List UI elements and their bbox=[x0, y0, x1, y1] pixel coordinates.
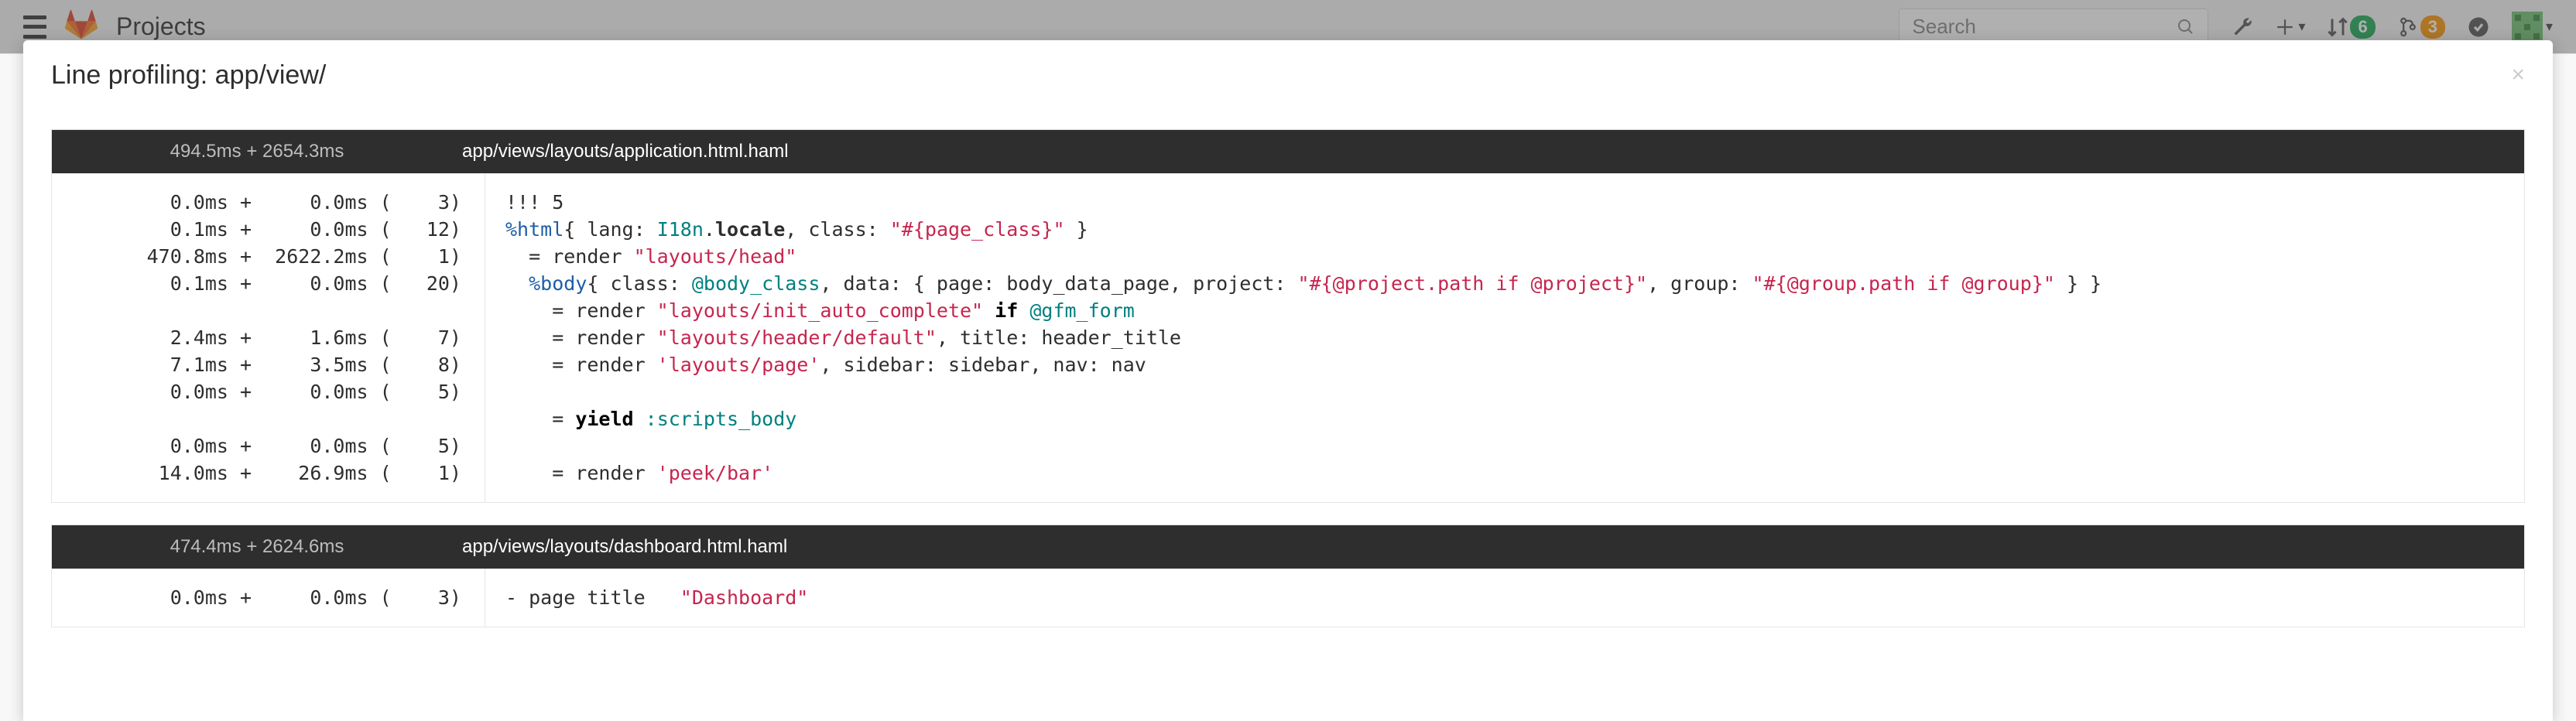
file-path: app/views/layouts/dashboard.html.haml bbox=[462, 536, 787, 558]
code-row: %body{ class: @body_class, data: { page:… bbox=[505, 270, 2524, 297]
close-icon[interactable]: × bbox=[2511, 62, 2525, 88]
file-path: app/views/layouts/application.html.haml bbox=[462, 141, 789, 162]
code-row: = render 'layouts/page', sidebar: sideba… bbox=[505, 351, 2524, 378]
timing-row: 14.0ms + 26.9ms ( 1) bbox=[52, 460, 461, 487]
timing-row: 0.0ms + 0.0ms ( 5) bbox=[52, 432, 461, 460]
wrench-icon[interactable] bbox=[2232, 16, 2253, 38]
timing-row: 2.4ms + 1.6ms ( 7) bbox=[52, 324, 461, 351]
file-block: 474.4ms + 2624.6msapp/views/layouts/dash… bbox=[51, 525, 2525, 627]
menu-icon[interactable] bbox=[23, 15, 46, 39]
file-header: 474.4ms + 2624.6msapp/views/layouts/dash… bbox=[52, 525, 2524, 569]
timing-row: 470.8ms + 2622.2ms ( 1) bbox=[52, 243, 461, 270]
mr-counter[interactable]: 6 bbox=[2327, 15, 2375, 39]
code-row: = render "layouts/head" bbox=[505, 243, 2524, 270]
code-row: = render 'peek/bar' bbox=[505, 460, 2524, 487]
timing-row: 0.0ms + 0.0ms ( 5) bbox=[52, 378, 461, 405]
file-timing-summary: 494.5ms + 2654.3ms bbox=[52, 141, 462, 162]
timing-column: 0.0ms + 0.0ms ( 3)0.1ms + 0.0ms ( 12)470… bbox=[52, 173, 485, 502]
timing-row: 0.0ms + 0.0ms ( 3) bbox=[52, 189, 461, 216]
code-row bbox=[505, 378, 2524, 405]
code-column: !!! 5%html{ lang: I18n.locale, class: "#… bbox=[485, 173, 2524, 502]
timing-row: 0.0ms + 0.0ms ( 3) bbox=[52, 584, 461, 611]
issues-badge: 3 bbox=[2420, 15, 2445, 39]
timing-row bbox=[52, 297, 461, 324]
todos-icon[interactable] bbox=[2467, 15, 2490, 39]
timing-row: 0.1ms + 0.0ms ( 20) bbox=[52, 270, 461, 297]
timing-column: 0.0ms + 0.0ms ( 3) bbox=[52, 569, 485, 627]
search-icon bbox=[2177, 18, 2195, 36]
header-actions: ▾ 6 3 ▾ bbox=[2232, 12, 2553, 43]
code-area: 0.0ms + 0.0ms ( 3)0.1ms + 0.0ms ( 12)470… bbox=[52, 173, 2524, 502]
code-row: = yield :scripts_body bbox=[505, 405, 2524, 432]
plus-icon[interactable]: ▾ bbox=[2275, 17, 2305, 37]
timing-row: 0.1ms + 0.0ms ( 12) bbox=[52, 216, 461, 243]
search-placeholder: Search bbox=[1912, 15, 2177, 39]
code-row bbox=[505, 432, 2524, 460]
timing-row bbox=[52, 405, 461, 432]
timing-row: 7.1ms + 3.5ms ( 8) bbox=[52, 351, 461, 378]
modal-title: Line profiling: app/view/ bbox=[51, 60, 2525, 91]
user-avatar[interactable]: ▾ bbox=[2512, 12, 2553, 43]
file-header: 494.5ms + 2654.3msapp/views/layouts/appl… bbox=[52, 130, 2524, 173]
file-block: 494.5ms + 2654.3msapp/views/layouts/appl… bbox=[51, 129, 2525, 503]
code-column: - page title "Dashboard" bbox=[485, 569, 2524, 627]
code-row: = render "layouts/header/default", title… bbox=[505, 324, 2524, 351]
line-profiling-modal: Line profiling: app/view/ × 494.5ms + 26… bbox=[23, 40, 2553, 721]
code-row: !!! 5 bbox=[505, 189, 2524, 216]
gitlab-logo[interactable] bbox=[65, 9, 98, 45]
file-timing-summary: 474.4ms + 2624.6ms bbox=[52, 536, 462, 558]
code-row: = render "layouts/init_auto_complete" if… bbox=[505, 297, 2524, 324]
code-row: %html{ lang: I18n.locale, class: "#{page… bbox=[505, 216, 2524, 243]
page-title: Projects bbox=[116, 12, 206, 41]
code-row: - page title "Dashboard" bbox=[505, 584, 2524, 611]
issues-counter[interactable]: 3 bbox=[2397, 15, 2445, 39]
mr-badge: 6 bbox=[2350, 15, 2375, 39]
code-area: 0.0ms + 0.0ms ( 3) - page title "Dashboar… bbox=[52, 569, 2524, 627]
